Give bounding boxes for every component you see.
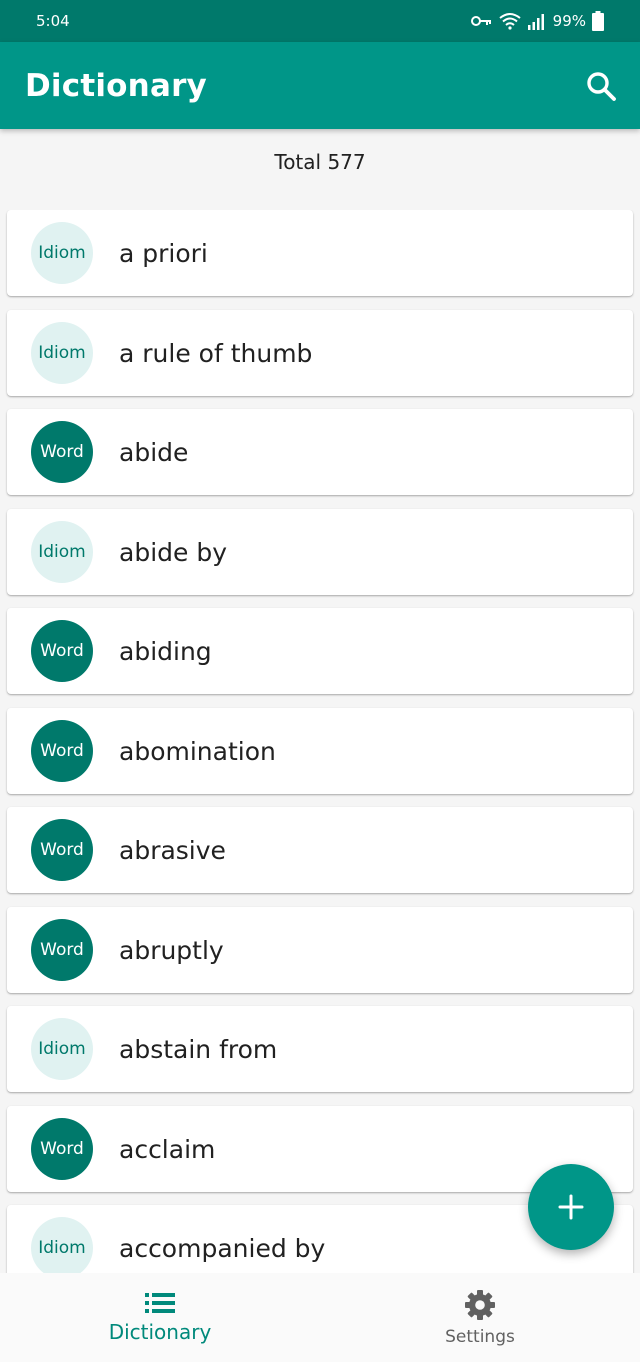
add-entry-button[interactable]	[528, 1164, 614, 1250]
entry-list[interactable]: Idiom a priori Idiom a rule of thumb Wor…	[0, 210, 640, 1273]
type-badge: Word	[31, 620, 93, 682]
type-badge: Word	[31, 919, 93, 981]
entry-term: a priori	[119, 238, 208, 268]
type-badge: Idiom	[31, 222, 93, 284]
type-badge: Idiom	[31, 521, 93, 583]
entry-term: accompanied by	[119, 1233, 326, 1263]
nav-label-settings: Settings	[445, 1326, 515, 1347]
key-icon	[470, 16, 491, 26]
entry-term: acclaim	[119, 1134, 216, 1164]
entry-term: abrasive	[119, 835, 226, 865]
gear-icon	[465, 1289, 495, 1320]
list-item[interactable]: Word abomination	[7, 708, 633, 794]
search-icon	[587, 71, 616, 101]
list-item[interactable]: Idiom abstain from	[7, 1006, 633, 1092]
nav-item-settings[interactable]: Settings	[320, 1273, 640, 1362]
wifi-icon	[499, 13, 521, 30]
page-title: Dictionary	[25, 67, 207, 104]
battery-icon	[592, 11, 604, 31]
type-badge: Word	[31, 720, 93, 782]
app-bar: Dictionary	[0, 42, 640, 129]
entry-term: abide	[119, 437, 189, 467]
entry-term: a rule of thumb	[119, 338, 313, 368]
entry-term: abiding	[119, 636, 212, 666]
search-button[interactable]	[579, 64, 623, 108]
type-badge: Word	[31, 819, 93, 881]
type-badge: Word	[31, 1118, 93, 1180]
battery-percent: 99%	[552, 12, 586, 30]
type-badge: Idiom	[31, 1018, 93, 1080]
type-badge: Idiom	[31, 1217, 93, 1273]
nav-item-dictionary[interactable]: Dictionary	[0, 1273, 320, 1362]
plus-icon	[558, 1194, 584, 1220]
status-bar: 5:04 99%	[0, 0, 640, 42]
list-icon	[145, 1292, 175, 1313]
list-item[interactable]: Word abruptly	[7, 907, 633, 993]
signal-icon	[527, 14, 544, 30]
nav-label-dictionary: Dictionary	[108, 1319, 212, 1344]
type-badge: Word	[31, 421, 93, 483]
list-item[interactable]: Word abide	[7, 409, 633, 495]
list-item[interactable]: Idiom a rule of thumb	[7, 310, 633, 396]
status-icons: 99%	[470, 11, 604, 31]
bottom-navigation: Dictionary Settings	[0, 1273, 640, 1362]
list-item[interactable]: Word abiding	[7, 608, 633, 694]
entry-term: abomination	[119, 736, 276, 766]
list-item[interactable]: Word abrasive	[7, 807, 633, 893]
type-badge: Idiom	[31, 322, 93, 384]
total-count: Total 577	[274, 150, 366, 174]
list-item[interactable]: Idiom abide by	[7, 509, 633, 595]
entry-term: abstain from	[119, 1034, 278, 1064]
list-item[interactable]: Idiom a priori	[7, 210, 633, 296]
status-time: 5:04	[36, 12, 70, 30]
entry-term: abruptly	[119, 935, 224, 965]
entry-term: abide by	[119, 537, 227, 567]
